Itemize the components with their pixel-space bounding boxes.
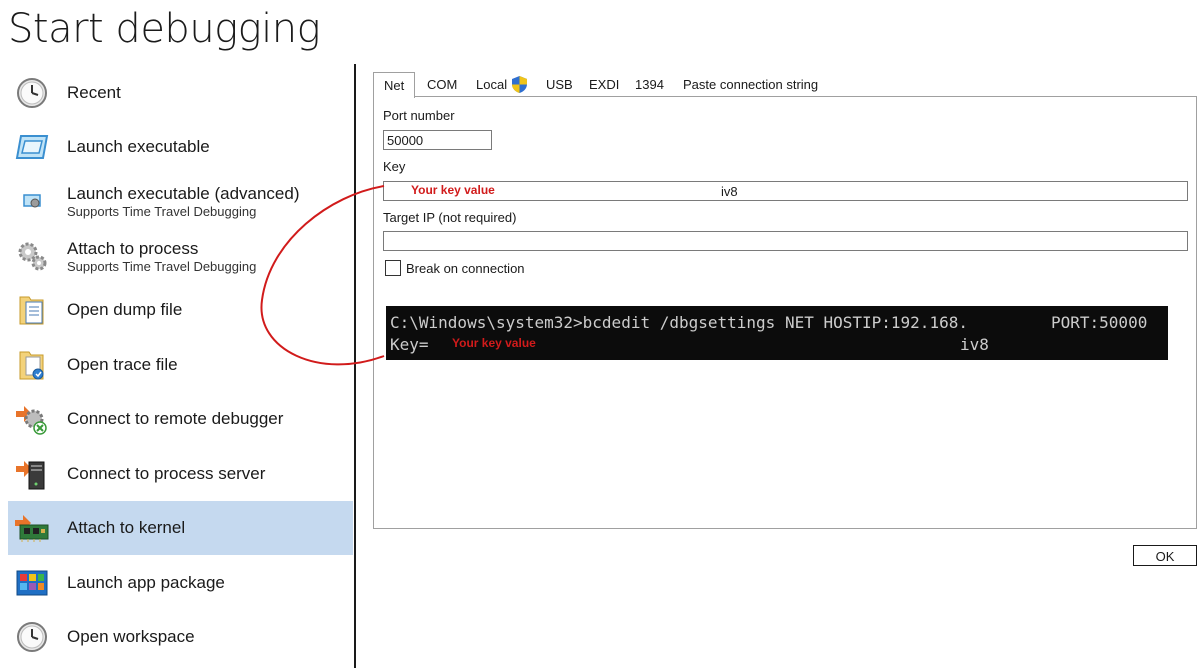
target-ip-label: Target IP (not required) [383,210,517,225]
sidebar-item-sub: Supports Time Travel Debugging [67,259,257,274]
sidebar-item-connect-remote-debugger[interactable]: Connect to remote debugger [8,392,353,446]
document-folder-icon [14,292,50,328]
sidebar-item-label: Recent [67,83,121,102]
sidebar-item-connect-process-server[interactable]: Connect to process server [8,447,353,501]
tab-com[interactable]: COM [427,72,457,97]
sidebar-item-label: Attach to kernel [67,518,186,537]
key-input-value: iv8 [721,184,738,199]
sidebar-item-launch-executable[interactable]: Launch executable [8,120,353,174]
ok-button[interactable]: OK [1133,545,1197,566]
tab-1394[interactable]: 1394 [635,72,664,97]
key-input[interactable]: iv8 [383,181,1188,201]
tab-exdi[interactable]: EXDI [589,72,619,97]
sidebar-item-label: Connect to process server [67,464,266,483]
tab-local[interactable]: Local [476,72,530,97]
sidebar-item-open-workspace[interactable]: Open workspace [8,610,353,664]
target-ip-input[interactable] [383,231,1188,251]
sidebar-item-open-trace-file[interactable]: Open trace file [8,338,353,392]
tab-usb[interactable]: USB [546,72,573,97]
sidebar-item-label: Open dump file [67,300,183,319]
sidebar-item-attach-to-kernel[interactable]: Attach to kernel [8,501,353,555]
server-icon [14,456,50,492]
key-label: Key [383,159,406,174]
terminal-key-suffix: iv8 [960,335,989,354]
app-grid-icon [14,565,50,601]
break-on-connection-checkbox[interactable] [385,260,401,276]
sidebar-item-attach-to-process[interactable]: Attach to process Supports Time Travel D… [8,229,353,283]
tab-paste-connection-string[interactable]: Paste connection string [683,72,818,97]
circuit-board-icon [14,510,50,546]
page-title: Start debugging [8,6,321,52]
sidebar-item-sub: Supports Time Travel Debugging [67,204,257,219]
sidebar-item-launch-executable-advanced[interactable]: Launch executable (advanced) Supports Ti… [8,174,353,228]
terminal-key-prefix: Key= [390,335,429,354]
sidebar-item-label: Attach to process [67,239,199,258]
window-gear-icon [14,183,50,219]
terminal-command-line: C:\Windows\system32>bcdedit /dbgsettings… [390,313,968,332]
sidebar-item-label: Connect to remote debugger [67,409,284,428]
trace-folder-icon [14,347,50,383]
terminal-snippet: C:\Windows\system32>bcdedit /dbgsettings… [386,306,1168,360]
sidebar-item-label: Launch executable (advanced) [67,184,300,203]
gears-icon [14,238,50,274]
terminal-key-annotation: Your key value [452,336,536,350]
window-icon [14,129,50,165]
clock-icon [14,619,50,655]
tab-net[interactable]: Net [373,72,416,98]
sidebar-item-label: Launch app package [67,573,225,592]
sidebar-item-label: Open workspace [67,627,195,646]
sidebar: Recent Launch executable Launch executab… [8,66,353,668]
tab-local-label: Local [476,77,508,92]
port-number-input[interactable]: 50000 [383,130,492,150]
terminal-port-text: PORT:50000 [1051,313,1148,332]
sidebar-item-recent[interactable]: Recent [8,66,353,120]
key-annotation-label: Your key value [411,183,495,197]
port-number-label: Port number [383,108,455,123]
clock-icon [14,75,50,111]
sidebar-item-open-dump-file[interactable]: Open dump file [8,283,353,337]
remote-gear-icon [14,401,50,437]
sidebar-item-label: Open trace file [67,355,178,374]
sidebar-item-label: Launch executable [67,137,210,156]
break-on-connection-label: Break on connection [406,261,525,276]
sidebar-item-launch-app-package[interactable]: Launch app package [8,556,353,610]
divider [354,64,356,668]
